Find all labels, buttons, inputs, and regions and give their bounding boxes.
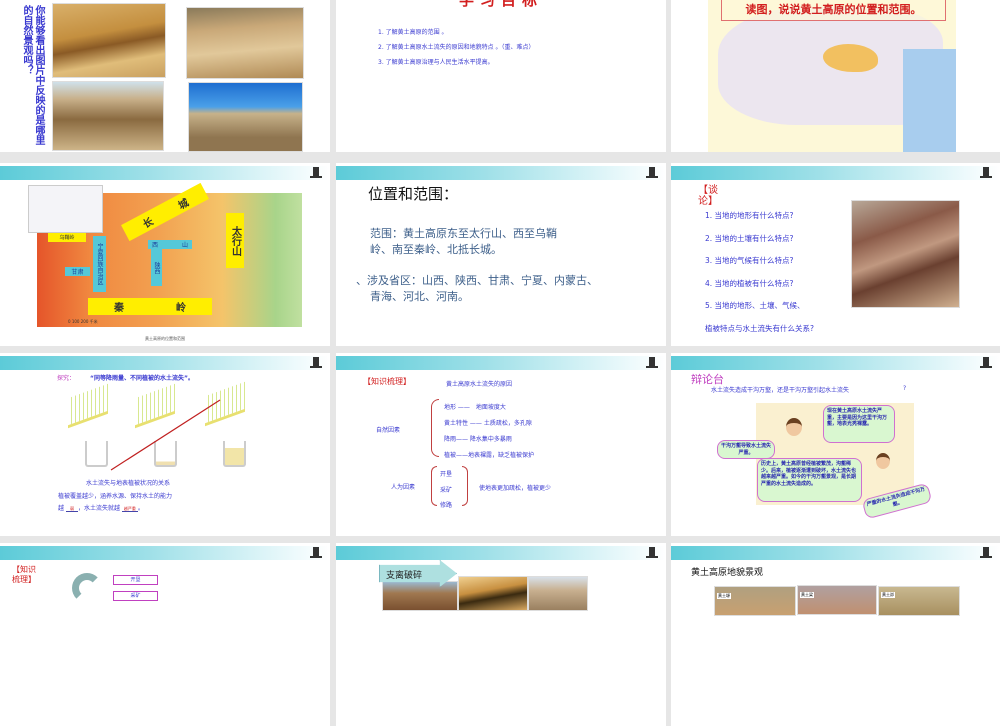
building-icon xyxy=(310,166,322,178)
building-icon xyxy=(980,356,992,368)
gully-photo xyxy=(851,200,960,308)
natural-factors-list: 地形 —— 地面坡度大 黄土特性 —— 土质疏松，多孔隙 降雨—— 降水集中多暴雨植… xyxy=(444,404,535,459)
discussion-item: 5. 当地的地形、土壤、气候、 xyxy=(705,301,805,310)
arrow-label: 支离破碎 xyxy=(386,571,423,581)
objective-item: 2. 了解黄土高原水土流失的原因和地貌特点 。（重、难点） xyxy=(378,44,535,51)
discussion-item: 4. 当地的植被有什么特点? xyxy=(705,278,794,288)
landscape-photo xyxy=(52,81,164,151)
discussion-list: 1. 当地的地形有什么特点? 2. 当地的土壤有什么特点? 3. 当地的气候有什… xyxy=(705,205,814,340)
discussion-item: 1. 当地的地形有什么特点? xyxy=(705,211,794,220)
landscape-photo xyxy=(458,576,528,611)
building-icon xyxy=(646,356,658,368)
slide-question: 你能够看出图片中反映的是哪里的自然景观吗？ xyxy=(21,5,44,145)
slide-title: 读图，说说黄土高原的位置和范围。 xyxy=(721,0,946,21)
building-icon xyxy=(646,166,658,178)
landscape-photo xyxy=(528,576,588,611)
red-line-annotation xyxy=(110,399,221,471)
natural-factors-label: 自然因素 xyxy=(376,427,401,434)
slide-7-thumbnail[interactable]: 探究： “同等降雨量、不同植被的水土流失”。 水土流失与地表植被状况的关系 植被… xyxy=(0,353,330,536)
building-icon xyxy=(646,546,658,558)
slide-3-thumbnail[interactable]: 读图，说说黄土高原的位置和范围。 xyxy=(671,0,1000,152)
landscape-photo xyxy=(186,7,304,79)
knowledge-title: 黄土高原水土流失的原因 xyxy=(446,381,513,388)
landform-photo: 黄土塬 xyxy=(714,586,796,616)
landscape-photo xyxy=(52,3,166,78)
slide-9-thumbnail[interactable]: 辩论台 水土流失造成干沟万壑，还是干沟万壑引起水土流失 ? 现在黄土高原水土流失… xyxy=(671,353,1000,536)
factor-box: 开垦 xyxy=(113,575,158,585)
objective-item: 1. 了解黄土高原的范围 。 xyxy=(378,29,448,36)
question-mark: ? xyxy=(903,385,907,392)
conclusion-line: 越 弱，水土流失就越 越严重。 xyxy=(58,505,144,512)
discussion-item: 2. 当地的土壤有什么特点? xyxy=(705,233,794,243)
building-icon xyxy=(310,546,322,558)
slide-title: 黄土高原地貌景观 xyxy=(691,568,764,578)
curved-arrow-icon xyxy=(72,573,102,603)
debate-question: 水土流失造成干沟万壑，还是干沟万壑引起水土流失 xyxy=(711,387,850,394)
brace xyxy=(431,466,437,506)
inset-map xyxy=(28,185,103,233)
gansu-label: 甘肃 xyxy=(65,267,90,276)
knowledge-heading: 【知识梳理】 xyxy=(12,565,36,584)
building-icon xyxy=(980,546,992,558)
discussion-item: 植被特点与水土流失有什么关系? xyxy=(705,323,814,333)
speech-bubble: 干沟万壑导致水土流失严重。 xyxy=(717,440,775,459)
conclusion-line: 植被覆盖越少，涵养水源、保持水土的能力 xyxy=(58,493,173,500)
conclusion-line: 水土流失与地表植被状况的关系 xyxy=(86,480,171,487)
slide-11-thumbnail[interactable]: 支离破碎 xyxy=(336,543,666,726)
header-band xyxy=(336,166,666,180)
building-icon xyxy=(980,166,992,178)
header-band xyxy=(0,546,330,560)
human-factors-label: 人为因素 xyxy=(391,484,416,491)
map-scale: 0 100 200 千米 xyxy=(68,319,98,324)
answer-blank: 弱 xyxy=(65,506,78,512)
knowledge-heading: 【知识梳理】 xyxy=(363,377,411,386)
slide-8-thumbnail[interactable]: 【知识梳理】 黄土高原水土流失的原因 自然因素 地形 —— 地面坡度大 黄土特性 … xyxy=(336,353,666,536)
landscape-photo xyxy=(188,82,303,152)
taihang-label: 太行山 xyxy=(226,213,244,268)
range-text: 范围：黄土高原东至太行山、西至乌鞘 岭、南至秦岭、北抵长城。 xyxy=(370,227,557,256)
ningxia-label: 宁夏回族自治区 xyxy=(93,236,106,292)
answer-blank: 越严重 xyxy=(121,506,138,512)
speech-bubble: 现在黄土高原水土流失严重，主要是因为这里干沟万壑，地表光秃裸露。 xyxy=(823,405,895,443)
slide-5-thumbnail[interactable]: 位置和范围： 范围：黄土高原东至太行山、西至乌鞘 岭、南至秦岭、北抵长城。 、涉及… xyxy=(336,163,666,346)
objective-item: 3. 了解黄土高原治理与人民生活水平提高。 xyxy=(378,59,494,66)
slide-1-thumbnail[interactable]: 你能够看出图片中反映的是哪里的自然景观吗？ xyxy=(0,0,330,152)
slide-10-thumbnail[interactable]: 【知识梳理】 开垦 采矿 xyxy=(0,543,330,726)
human-effect: 使地表更加疏松，植被更少 xyxy=(479,485,552,492)
header-band xyxy=(0,166,330,180)
provinces-text: 、涉及省区：山西、陕西、甘肃、宁夏、内蒙古、 青海、河北、河南。 xyxy=(356,274,598,303)
slide-12-thumbnail[interactable]: 黄土高原地貌景观 黄土塬 黄土梁 黄土峁 xyxy=(671,543,1000,726)
discussion-heading: 【谈论】 xyxy=(698,185,718,207)
slide-2-thumbnail[interactable]: 学习目标 1. 了解黄土高原的范围 。 2. 了解黄土高原水土流失的原因和地貌特… xyxy=(336,0,666,152)
map-caption: 黄土高原的位置和范围 xyxy=(145,336,185,341)
shaanxi-label: 陕西 xyxy=(151,249,162,286)
header-band xyxy=(671,546,1000,560)
header-band xyxy=(671,356,1000,370)
slide-title: 位置和范围： xyxy=(368,185,459,203)
header-band xyxy=(336,356,666,370)
landform-photo: 黄土梁 xyxy=(797,585,877,615)
wushaoling-label: 乌鞘岭 xyxy=(48,233,86,242)
shanxi-label: 西山 xyxy=(148,240,192,249)
header-band xyxy=(336,546,666,560)
slide-4-thumbnail[interactable]: 长城 太行山 乌鞘岭 宁夏回族自治区 甘肃 西山 陕西 秦岭 0 100 200… xyxy=(0,163,330,346)
landform-photo: 黄土峁 xyxy=(878,586,960,616)
header-band xyxy=(671,166,1000,180)
china-map xyxy=(708,0,956,152)
slide-6-thumbnail[interactable]: 【谈论】 1. 当地的地形有什么特点? 2. 当地的土壤有什么特点? 3. 当地… xyxy=(671,163,1000,346)
slide-title: 学习目标 xyxy=(458,0,543,9)
human-factors-list: 开垦 采矿 修路 xyxy=(440,471,453,509)
brace xyxy=(462,466,468,506)
brace xyxy=(431,399,439,457)
speech-bubble: 历史上，黄土高原曾经植被繁茂，沟壑稀少。后来，植被逐渐遭到破坏，水土流失也越来越… xyxy=(757,458,862,502)
landscape-photo xyxy=(382,581,458,611)
discussion-item: 3. 当地的气候有什么特点? xyxy=(705,256,794,265)
qinling-label: 秦岭 xyxy=(88,298,212,315)
